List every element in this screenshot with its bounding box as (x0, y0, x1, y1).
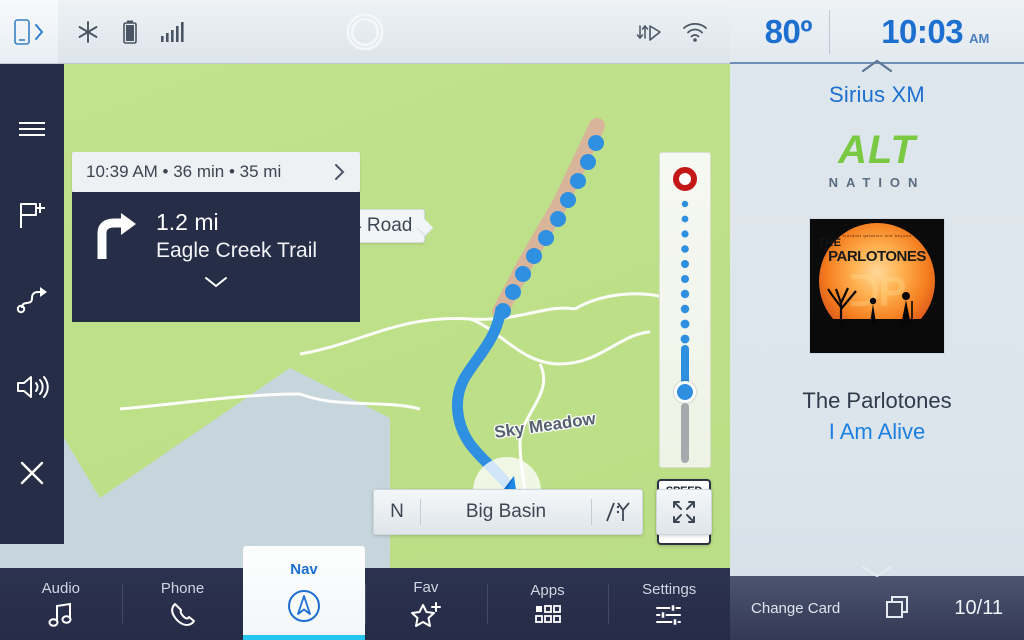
expand-card-button[interactable] (857, 563, 897, 584)
route-progress-bar[interactable] (659, 152, 711, 468)
track-artist: The Parlotones (802, 388, 952, 413)
sliders-settings-icon (656, 603, 682, 627)
track-title: I Am Alive (828, 419, 926, 444)
tab-apps[interactable]: Apps (486, 568, 609, 640)
panel-divider (829, 10, 830, 54)
clock-time: 10:03 (881, 13, 964, 50)
album-figure-large (901, 292, 913, 325)
collapse-media-button[interactable] (857, 58, 897, 79)
change-card-label: Change Card (751, 599, 841, 617)
status-right-group (636, 20, 708, 44)
map-location-name[interactable]: Big Basin (421, 501, 591, 523)
sidebar-item-voice-guidance[interactable] (0, 344, 64, 430)
route-alternatives-button[interactable] (592, 500, 642, 524)
sidebar-item-add-waypoint[interactable] (0, 172, 64, 258)
close-x-icon (20, 461, 44, 485)
progress-track-remaining (681, 403, 689, 463)
home-ring-icon (346, 13, 384, 51)
main-tab-bar: Audio Phone Fav Apps Settings (0, 568, 730, 640)
chevron-down-icon (205, 277, 227, 288)
status-bar (0, 0, 730, 64)
map-control-bar[interactable]: N Big Basin (373, 489, 643, 535)
turn-right-arrow-icon (97, 212, 136, 259)
compass-heading[interactable]: N (374, 501, 420, 523)
navigation-arrow-icon (288, 590, 320, 622)
phone-connection-indicator[interactable] (0, 0, 58, 64)
tab-settings[interactable]: Settings (608, 568, 730, 640)
destination-ring-icon (673, 167, 697, 191)
station-logo-subtext: NATION (828, 175, 926, 190)
map-view[interactable]: 4x4 Road Sky Meadow SPEED LIMIT 55 (0, 64, 730, 568)
chevron-down-icon (861, 565, 893, 578)
chevron-up-icon (861, 59, 893, 73)
sidebar-item-menu[interactable] (0, 86, 64, 172)
expand-turn-list-button[interactable] (88, 275, 344, 294)
sidebar-item-route-options[interactable] (0, 258, 64, 344)
battery-icon (123, 20, 137, 44)
album-figure-small (869, 297, 877, 323)
tab-fav[interactable]: Fav (365, 568, 487, 640)
volume-speaker-icon (17, 376, 49, 398)
remaining-route-dots (680, 200, 690, 344)
tab-audio-label: Audio (41, 580, 81, 597)
music-note-icon (48, 602, 72, 627)
album-band-text: PARLOTONES (828, 248, 926, 265)
stacked-cards-icon (886, 596, 909, 618)
grid-apps-icon (534, 605, 561, 623)
infotainment-screen: 4x4 Road Sky Meadow SPEED LIMIT 55 (0, 0, 1024, 640)
eta-bar[interactable]: 10:39 AM • 36 min • 35 mi (72, 152, 360, 192)
fullscreen-expand-icon (673, 501, 695, 523)
status-icon-group (76, 19, 186, 45)
card-counter: 10/11 (954, 596, 1003, 619)
turn-distance: 1.2 mi (156, 209, 219, 235)
chevron-right-icon (335, 164, 345, 180)
star-plus-icon (410, 602, 441, 627)
nav-sidebar (0, 64, 64, 544)
home-ring-indicator[interactable] (340, 8, 390, 56)
turn-street-name: Eagle Creek Trail (156, 239, 318, 263)
data-transfer-icon (636, 24, 661, 41)
phone-handset-icon (170, 603, 195, 626)
turn-instruction-panel[interactable]: 1.2 mi Eagle Creek Trail (72, 192, 360, 322)
climate-clock-bar: 80º 10:03 AM (730, 0, 1024, 64)
album-tree-graphic (827, 287, 857, 327)
phone-connected-icon (14, 19, 30, 45)
tab-audio[interactable]: Audio (0, 568, 122, 640)
tab-settings-label: Settings (642, 581, 697, 598)
clock[interactable]: 10:03 AM (881, 13, 989, 51)
route-alternatives-icon (606, 502, 630, 522)
eta-text: 10:39 AM • 36 min • 35 mi (86, 162, 282, 181)
map-fullscreen-button[interactable] (656, 489, 712, 535)
track-info: The Parlotones I Am Alive (730, 388, 1024, 445)
tab-phone-label: Phone (160, 580, 205, 597)
hamburger-menu-icon (19, 122, 45, 136)
tab-apps-label: Apps (530, 582, 565, 599)
detour-route-icon (16, 287, 47, 314)
clock-meridiem: AM (969, 31, 990, 46)
signal-bars-icon (161, 22, 184, 42)
media-panel: 80º 10:03 AM Sirius XM ALT NATION ᑐP sta… (730, 0, 1024, 640)
station-logo: ALT NATION (730, 130, 1024, 190)
current-position-dot (674, 381, 696, 403)
media-source-label[interactable]: Sirius XM (730, 82, 1024, 108)
tab-phone[interactable]: Phone (121, 568, 244, 640)
album-art[interactable]: ᑐP stardust galaxies and beyond THE PARL… (809, 218, 945, 354)
sidebar-item-end-route[interactable] (0, 430, 64, 516)
change-card-bar[interactable]: Change Card 10/11 (730, 565, 1024, 640)
outside-temperature[interactable]: 80º (765, 13, 813, 51)
chevron-right-icon (35, 24, 44, 40)
station-logo-text: ALT (838, 128, 916, 172)
tab-nav-label: Nav (290, 561, 318, 578)
tab-nav[interactable]: Nav (243, 546, 365, 640)
wifi-icon (683, 22, 707, 42)
tab-fav-label: Fav (413, 579, 439, 596)
navigation-card: 10:39 AM • 36 min • 35 mi 1.2 mi Eagle C… (72, 152, 360, 322)
flag-plus-icon (20, 203, 45, 228)
bluetooth-icon (78, 21, 98, 43)
